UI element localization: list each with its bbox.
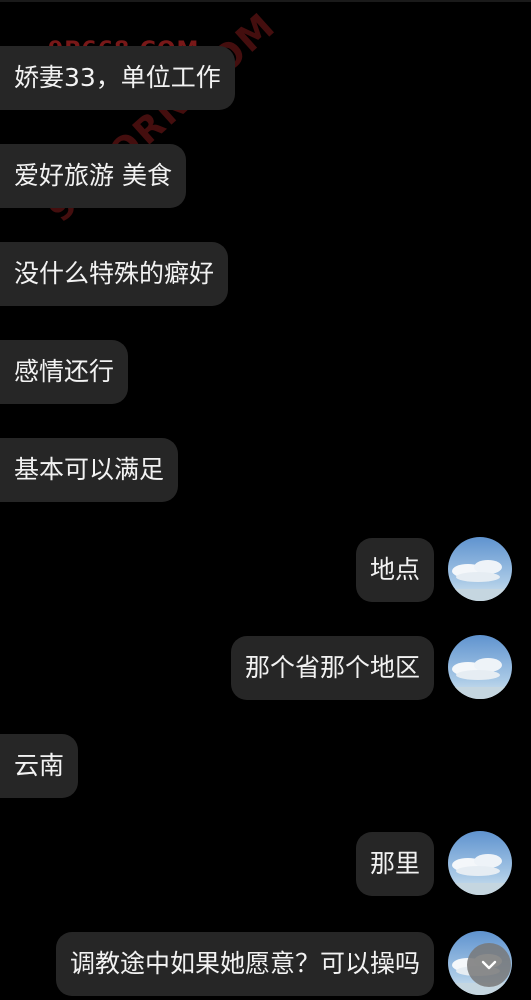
sky-clouds-avatar-icon xyxy=(448,635,512,699)
sky-clouds-avatar-icon xyxy=(448,537,512,601)
message-bubble-left[interactable]: 没什么特殊的癖好 xyxy=(0,242,229,306)
avatar[interactable] xyxy=(448,831,512,895)
message-text: 娇妻33，单位工作 xyxy=(14,63,221,92)
message-bubble-left[interactable]: 娇妻33，单位工作 xyxy=(0,46,235,110)
message-text: 没什么特殊的癖好 xyxy=(14,259,215,288)
message-bubble-right[interactable]: 那里 xyxy=(355,832,434,896)
scroll-to-bottom-button[interactable] xyxy=(467,943,511,987)
message-text: 基本可以满足 xyxy=(14,455,165,484)
message-text: 调教途中如果她愿意？可以操吗 xyxy=(69,949,420,978)
message-bubble-left[interactable]: 爱好旅游 美食 xyxy=(0,144,186,208)
message-text: 感情还行 xyxy=(14,357,115,386)
avatar[interactable] xyxy=(448,537,512,601)
avatar[interactable] xyxy=(448,635,512,699)
message-text: 云南 xyxy=(14,751,65,780)
message-text: 那个省那个地区 xyxy=(244,653,420,682)
message-bubble-left[interactable]: 云南 xyxy=(0,734,79,798)
message-bubble-right[interactable]: 那个省那个地区 xyxy=(230,636,434,700)
top-divider xyxy=(0,0,531,2)
message-bubble-left[interactable]: 基本可以满足 xyxy=(0,438,179,502)
chevron-down-icon xyxy=(481,960,497,970)
message-bubble-left[interactable]: 感情还行 xyxy=(0,340,129,404)
sky-clouds-avatar-icon xyxy=(448,831,512,895)
message-text: 地点 xyxy=(369,555,420,584)
message-text: 那里 xyxy=(369,849,420,878)
message-text: 爱好旅游 美食 xyxy=(14,161,172,190)
message-bubble-right[interactable]: 地点 xyxy=(355,538,434,602)
message-bubble-right[interactable]: 调教途中如果她愿意？可以操吗 xyxy=(55,932,434,996)
